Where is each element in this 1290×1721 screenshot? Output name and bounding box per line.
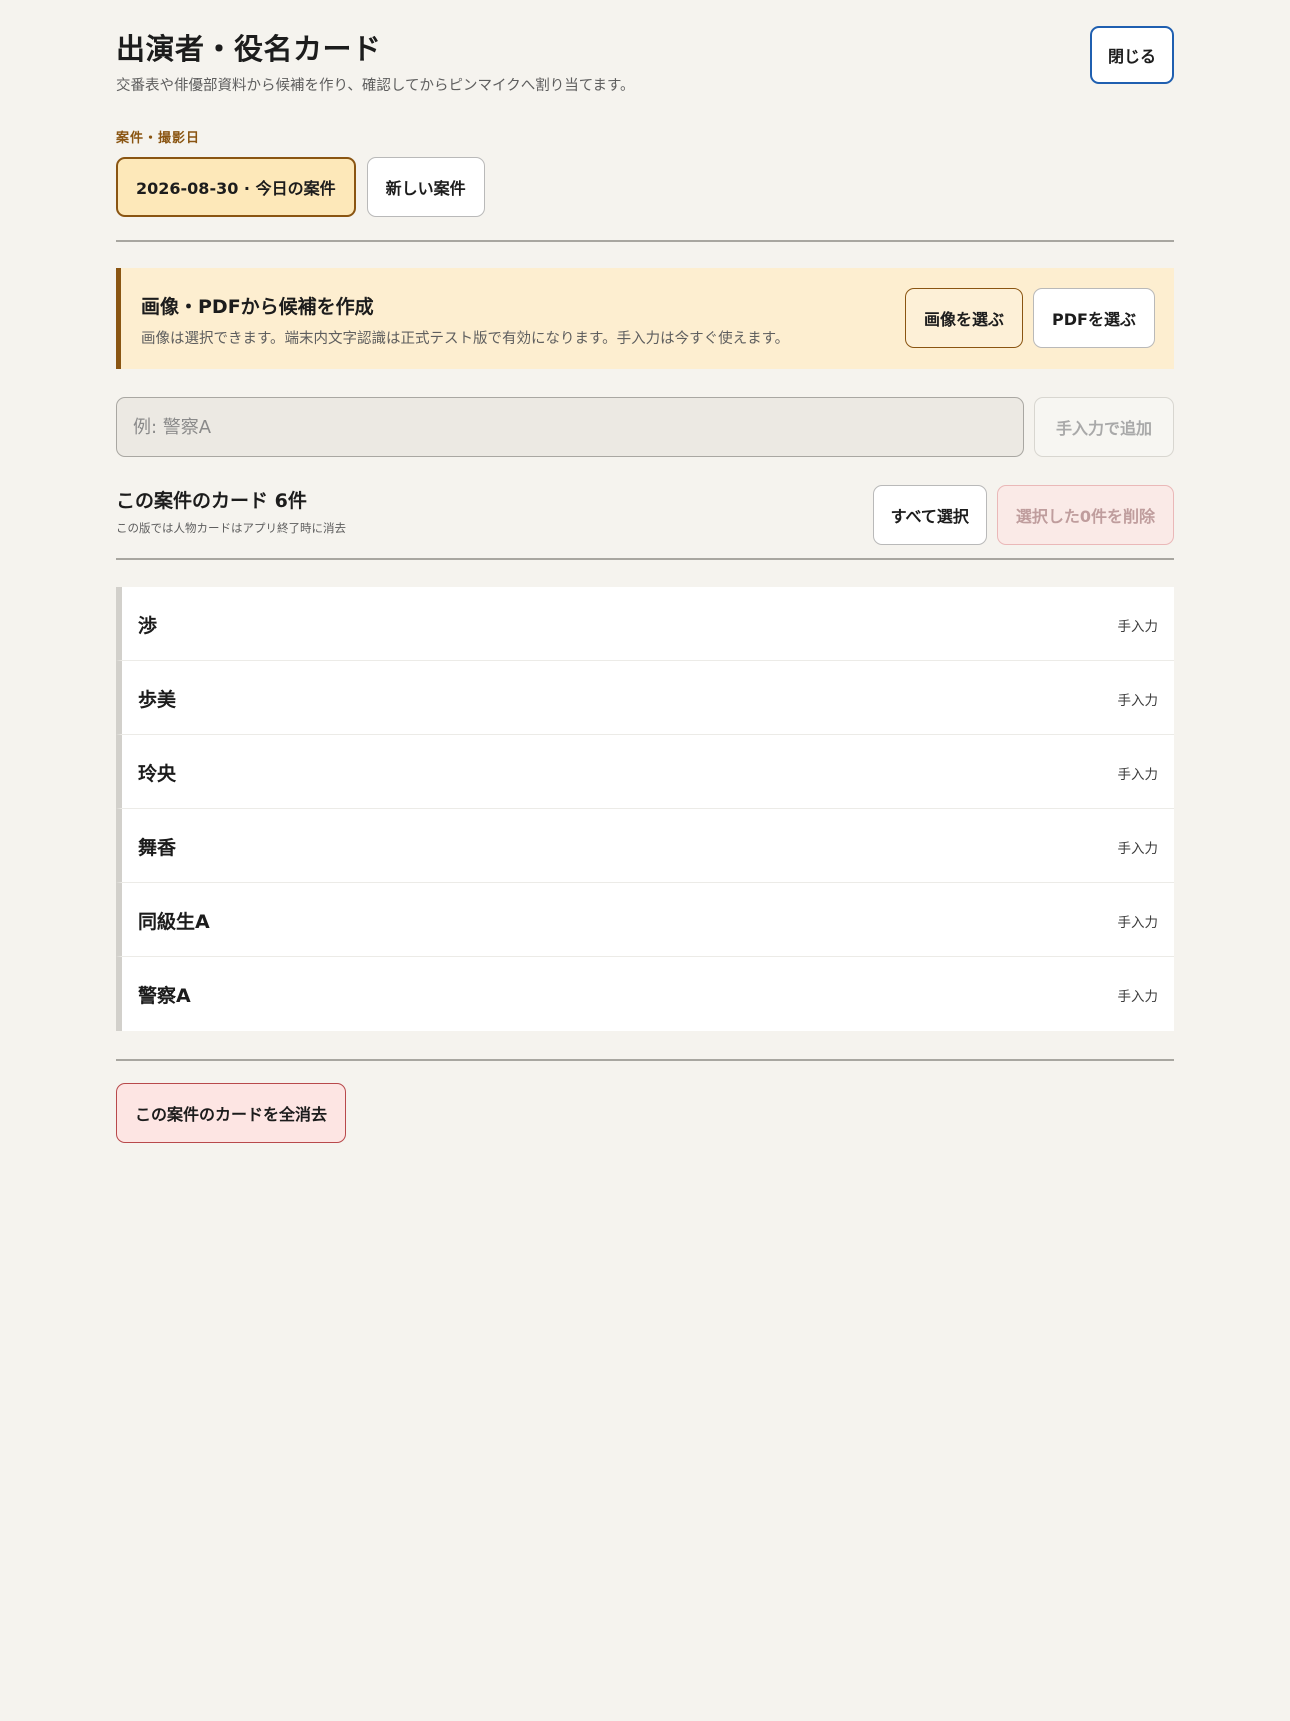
current-case-button[interactable]: 2026-08-30 · 今日の案件 <box>116 157 356 217</box>
card-row[interactable]: 警察A 手入力 <box>116 957 1174 1031</box>
clear-all-cards-button[interactable]: この案件のカードを全消去 <box>116 1083 347 1143</box>
divider <box>116 1059 1174 1061</box>
card-source-badge: 手入力 <box>1117 841 1159 857</box>
card-name: 渉 <box>138 615 158 637</box>
cast-card-screen: 出演者・役名カード 交番表や俳優部資料から候補を作り、確認してからピンマイクへ割… <box>116 0 1174 1143</box>
page-subtitle: 交番表や俳優部資料から候補を作り、確認してからピンマイクへ割り当てます。 <box>116 78 635 94</box>
divider <box>116 240 1174 242</box>
case-section-label: 案件・撮影日 <box>116 131 201 146</box>
card-source-badge: 手入力 <box>1117 915 1159 931</box>
card-name: 玲央 <box>138 763 177 785</box>
card-row[interactable]: 玲央 手入力 <box>116 735 1174 809</box>
card-source-badge: 手入力 <box>1117 619 1159 635</box>
manual-name-input[interactable] <box>116 397 1024 457</box>
card-row[interactable]: 歩美 手入力 <box>116 661 1174 735</box>
card-name: 同級生A <box>138 911 210 933</box>
select-all-button[interactable]: すべて選択 <box>872 485 987 545</box>
import-actions: 画像を選ぶ PDFを選ぶ <box>905 288 1155 348</box>
delete-selected-button[interactable]: 選択した0件を削除 <box>996 485 1174 545</box>
import-description: 画像は選択できます。端末内文字認識は正式テスト版で有効になります。手入力は今すぐ… <box>141 331 790 347</box>
card-source-badge: 手入力 <box>1117 989 1159 1005</box>
card-list: 渉 手入力 歩美 手入力 玲央 手入力 舞香 手入力 同級生A 手入力 警察A … <box>116 587 1174 1031</box>
page-title: 出演者・役名カード <box>116 32 382 66</box>
card-name: 舞香 <box>138 837 177 859</box>
pick-image-button[interactable]: 画像を選ぶ <box>905 288 1024 348</box>
divider <box>116 558 1174 560</box>
cards-heading: この案件のカード 6件 <box>116 490 307 512</box>
import-title: 画像・PDFから候補を作成 <box>141 296 374 318</box>
cards-actions: すべて選択 選択した0件を削除 <box>872 485 1174 545</box>
card-name: 歩美 <box>138 689 177 711</box>
card-name: 警察A <box>138 985 191 1007</box>
import-panel: 画像・PDFから候補を作成 画像は選択できます。端末内文字認識は正式テスト版で有… <box>116 268 1174 369</box>
cards-note: この版では人物カードはアプリ終了時に消去 <box>116 521 346 535</box>
case-selector: 2026-08-30 · 今日の案件 新しい案件 <box>116 157 485 217</box>
card-row[interactable]: 同級生A 手入力 <box>116 883 1174 957</box>
card-row[interactable]: 渉 手入力 <box>116 587 1174 661</box>
manual-add-button[interactable]: 手入力で追加 <box>1034 397 1174 457</box>
page-header: 出演者・役名カード 交番表や俳優部資料から候補を作り、確認してからピンマイクへ割… <box>116 0 1174 120</box>
pick-pdf-button[interactable]: PDFを選ぶ <box>1033 288 1155 348</box>
close-button[interactable]: 閉じる <box>1090 26 1174 84</box>
card-row[interactable]: 舞香 手入力 <box>116 809 1174 883</box>
new-case-button[interactable]: 新しい案件 <box>366 157 485 217</box>
card-source-badge: 手入力 <box>1117 767 1159 783</box>
card-source-badge: 手入力 <box>1117 693 1159 709</box>
